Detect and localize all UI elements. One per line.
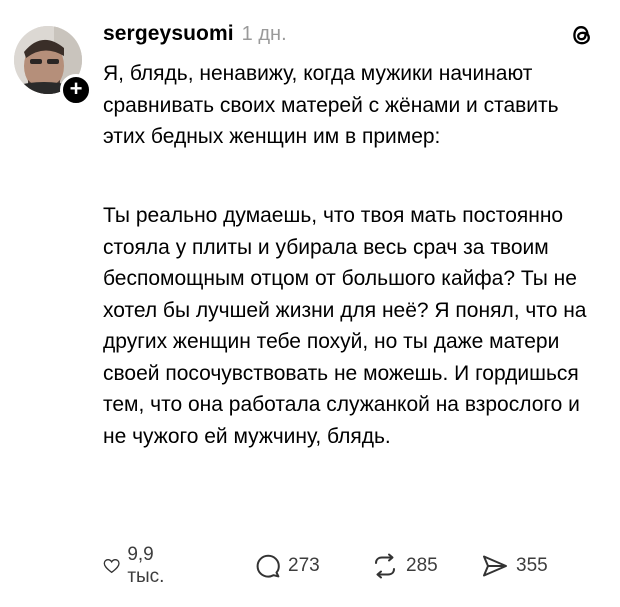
repost-button[interactable]: 285 — [371, 549, 438, 583]
comment-bubble-icon — [256, 554, 280, 578]
share-button[interactable]: 355 — [481, 549, 548, 583]
avatar-container[interactable]: + — [14, 26, 92, 106]
comment-count: 273 — [288, 555, 320, 576]
follow-plus-icon[interactable]: + — [60, 74, 92, 106]
post-header: sergeysuomi 1 дн. — [103, 22, 287, 50]
repost-icon — [375, 553, 395, 579]
repost-count: 285 — [406, 555, 438, 576]
heart-icon — [103, 559, 120, 574]
threads-post: + sergeysuomi 1 дн. Я, блядь, ненавижу, … — [0, 0, 620, 607]
threads-logo-icon[interactable] — [568, 21, 596, 49]
post-time: 1 дн. — [241, 23, 287, 45]
send-icon — [483, 555, 507, 577]
post-text-paragraph-2: Ты реально думаешь, что твоя мать постоя… — [103, 204, 587, 448]
share-count: 355 — [516, 555, 548, 576]
like-count: 9,9 тыс. — [127, 544, 165, 587]
post-text-paragraph-1: Я, блядь, ненавижу, когда мужики начинаю… — [103, 62, 559, 148]
comment-button[interactable]: 273 — [255, 549, 320, 583]
username[interactable]: sergeysuomi — [103, 22, 234, 46]
like-button[interactable]: 9,9 тыс. — [103, 544, 173, 587]
